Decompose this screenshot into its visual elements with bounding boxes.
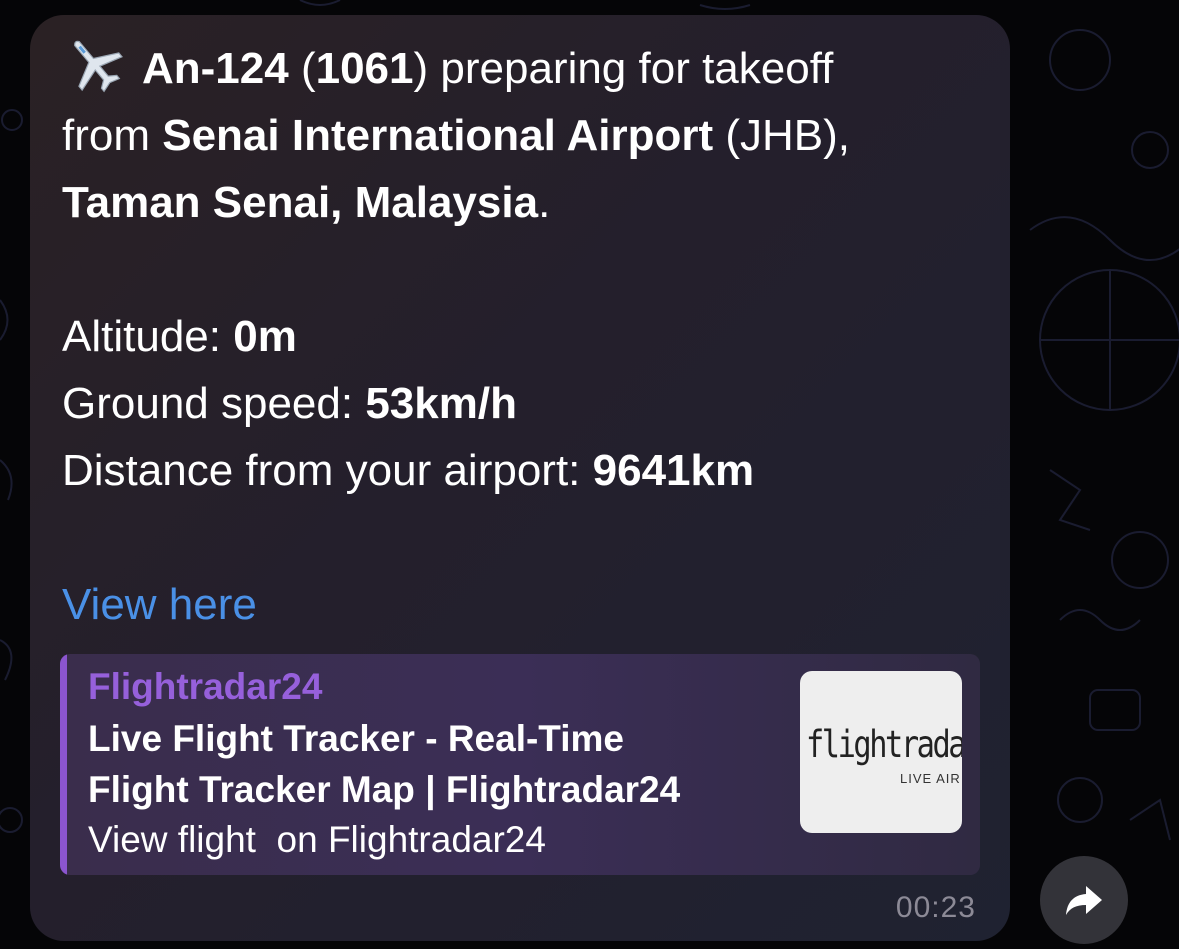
message-text: An-124 (1061) preparing for takeoff from… xyxy=(62,35,992,638)
altitude-row: Altitude: 0m xyxy=(62,303,992,370)
altitude-label: Altitude: xyxy=(62,312,234,361)
link-preview[interactable]: Flightradar24 Live Flight Tracker - Real… xyxy=(60,654,980,875)
airport-name: Senai International Airport xyxy=(162,111,714,160)
preview-title: Live Flight Tracker - Real-Time Flight T… xyxy=(88,713,778,815)
distance-label: Distance from your airport: xyxy=(62,446,593,495)
flightradar-logo: flightradar xyxy=(806,723,962,766)
altitude-value: 0m xyxy=(233,312,297,361)
view-here-link[interactable]: View here xyxy=(62,571,992,638)
ground-speed-label: Ground speed: xyxy=(62,379,366,428)
flight-status: ) preparing for takeoff xyxy=(413,44,834,93)
airport-location: Taman Senai, Malaysia xyxy=(62,178,539,227)
airport-code: (JHB), xyxy=(713,111,851,160)
forward-arrow-icon xyxy=(1066,886,1102,915)
preview-accent-bar xyxy=(60,654,67,875)
message-line-1: An-124 (1061) preparing for takeoff xyxy=(62,35,992,102)
preview-title-line-1: Live Flight Tracker - Real-Time xyxy=(88,718,624,759)
from-prefix: from xyxy=(62,111,163,160)
message-line-3: Taman Senai, Malaysia. xyxy=(62,169,992,236)
flight-id-open: ( xyxy=(288,44,316,93)
aircraft-type: An-124 xyxy=(142,44,289,93)
distance-value: 9641km xyxy=(592,446,755,495)
airplane-icon xyxy=(74,40,123,93)
message-timestamp: 00:23 xyxy=(895,891,976,924)
preview-thumbnail[interactable]: flightradar LIVE AIR T xyxy=(800,671,962,833)
message-line-2: from Senai International Airport (JHB), xyxy=(62,102,992,169)
message-bubble: An-124 (1061) preparing for takeoff from… xyxy=(30,15,1010,941)
flightradar-tagline: LIVE AIR T xyxy=(900,771,962,786)
preview-title-line-2: Flight Tracker Map | Flightradar24 xyxy=(88,769,681,810)
preview-description: View flight on Flightradar24 xyxy=(88,819,546,860)
ground-speed-value: 53km/h xyxy=(365,379,517,428)
ground-speed-row: Ground speed: 53km/h xyxy=(62,370,992,437)
flight-id: 1061 xyxy=(315,44,414,93)
distance-row: Distance from your airport: 9641km xyxy=(62,437,992,504)
preview-site-name: Flightradar24 xyxy=(88,666,323,707)
forward-button[interactable] xyxy=(1040,856,1128,944)
location-end: . xyxy=(538,178,551,227)
